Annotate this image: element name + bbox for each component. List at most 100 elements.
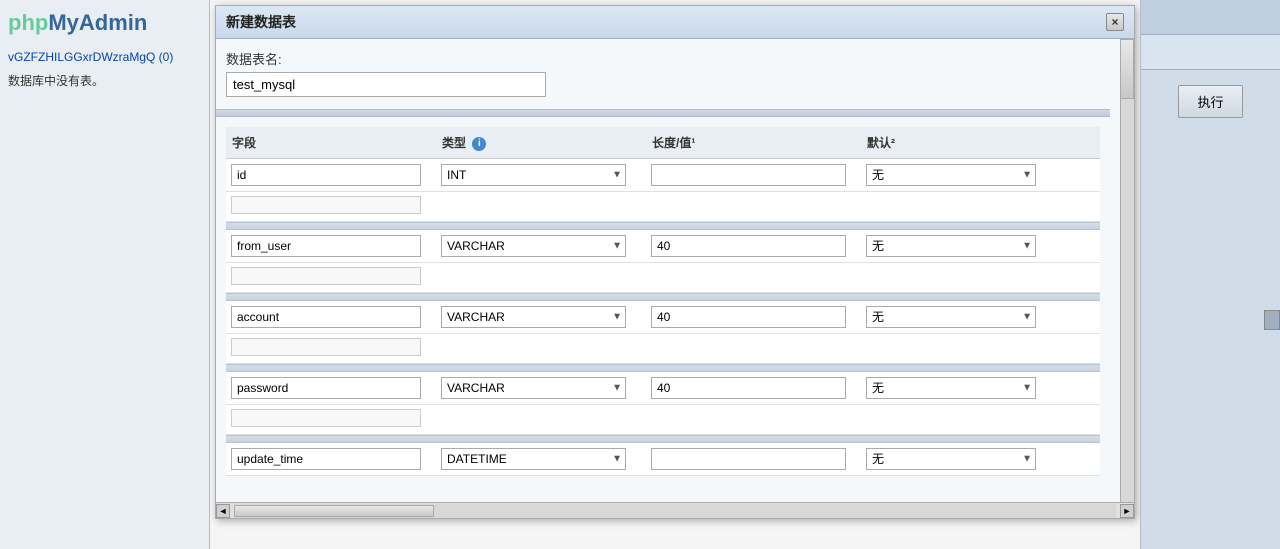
field-account-name-input[interactable] xyxy=(231,306,421,328)
field-from-user-default-select[interactable]: 无 NULL xyxy=(866,235,1036,257)
scroll-right-arrow[interactable]: ► xyxy=(1120,504,1134,518)
field-row-id-extra xyxy=(226,192,1100,222)
sidebar-db-link[interactable]: vGZFZHILGGxrDWzraMgQ (0) xyxy=(0,46,209,68)
field-account-extra-input-cell xyxy=(226,336,436,358)
right-scrollbar xyxy=(1264,310,1280,330)
right-panel: 执行 xyxy=(1140,0,1280,549)
logo: phpMyAdmin xyxy=(0,0,209,46)
table-name-input[interactable] xyxy=(226,72,546,97)
field-update-time-name-input[interactable] xyxy=(231,448,421,470)
field-row-account: VARCHAR INT DATETIME ▼ xyxy=(226,301,1100,364)
field-from-user-type-select[interactable]: VARCHAR INT DATETIME xyxy=(441,235,626,257)
field-id-type-cell: INT VARCHAR DATETIME ▼ xyxy=(436,164,646,186)
field-row-password: VARCHAR INT DATETIME ▼ xyxy=(226,372,1100,435)
field-row-password-main: VARCHAR INT DATETIME ▼ xyxy=(226,372,1100,405)
header-default: 默认² xyxy=(861,131,1041,154)
field-account-type-wrapper: VARCHAR INT DATETIME ▼ xyxy=(441,306,626,328)
field-row-update-time-main: DATETIME INT VARCHAR ▼ xyxy=(226,443,1100,476)
field-from-user-extra-input[interactable] xyxy=(231,267,421,285)
field-from-user-length-input[interactable] xyxy=(651,235,846,257)
field-password-type-cell: VARCHAR INT DATETIME ▼ xyxy=(436,377,646,399)
col-separator xyxy=(216,109,1110,117)
field-id-default-select[interactable]: 无 NULL xyxy=(866,164,1036,186)
field-password-name-input[interactable] xyxy=(231,377,421,399)
field-update-time-type-wrapper: DATETIME INT VARCHAR ▼ xyxy=(441,448,626,470)
modal-header: 新建数据表 × xyxy=(216,6,1134,39)
field-id-extra-input-cell xyxy=(226,194,436,216)
header-type: 类型 i xyxy=(436,131,646,154)
field-account-type-cell: VARCHAR INT DATETIME ▼ xyxy=(436,306,646,328)
field-from-user-name-input[interactable] xyxy=(231,235,421,257)
field-separator-1 xyxy=(226,222,1100,230)
scroll-left-arrow[interactable]: ◄ xyxy=(216,504,230,518)
field-row-id-main: INT VARCHAR DATETIME ▼ xyxy=(226,159,1100,192)
field-password-default-wrapper: 无 NULL ▼ xyxy=(866,377,1036,399)
field-account-name-cell xyxy=(226,306,436,328)
field-account-default-select[interactable]: 无 NULL xyxy=(866,306,1036,328)
field-account-default-wrapper: 无 NULL ▼ xyxy=(866,306,1036,328)
field-password-length-input[interactable] xyxy=(651,377,846,399)
field-id-name-cell xyxy=(226,164,436,186)
field-separator-4 xyxy=(226,435,1100,443)
modal-footer: ◄ ► xyxy=(216,502,1134,518)
field-account-length-input[interactable] xyxy=(651,306,846,328)
field-id-type-wrapper: INT VARCHAR DATETIME ▼ xyxy=(441,164,626,186)
field-update-time-type-select[interactable]: DATETIME INT VARCHAR xyxy=(441,448,626,470)
field-row-update-time: DATETIME INT VARCHAR ▼ xyxy=(226,443,1100,476)
field-id-name-input[interactable] xyxy=(231,164,421,186)
fields-table: 字段 类型 i 长度/值¹ 默认² xyxy=(226,127,1100,476)
field-update-time-default-select[interactable]: 无 NULL xyxy=(866,448,1036,470)
field-password-type-select[interactable]: VARCHAR INT DATETIME xyxy=(441,377,626,399)
field-separator-2 xyxy=(226,293,1100,301)
horizontal-scrollbar-thumb[interactable] xyxy=(234,505,434,517)
table-name-section: 数据表名: xyxy=(226,49,1100,109)
field-from-user-type-cell: VARCHAR INT DATETIME ▼ xyxy=(436,235,646,257)
type-info-icon: i xyxy=(472,137,486,151)
right-mid-bar xyxy=(1141,35,1280,70)
modal-dialog: 新建数据表 × 数据表名: 字段 xyxy=(215,5,1135,519)
field-update-time-length-input[interactable] xyxy=(651,448,846,470)
field-row-from-user-extra xyxy=(226,263,1100,293)
logo-php: php xyxy=(8,10,48,35)
field-update-time-default-cell: 无 NULL ▼ xyxy=(861,448,1041,470)
header-field: 字段 xyxy=(226,131,436,154)
field-password-extra-input-cell xyxy=(226,407,436,429)
modal-title: 新建数据表 xyxy=(226,12,296,32)
field-id-type-select[interactable]: INT VARCHAR DATETIME xyxy=(441,164,626,186)
right-top-bar xyxy=(1141,0,1280,35)
field-update-time-type-cell: DATETIME INT VARCHAR ▼ xyxy=(436,448,646,470)
field-id-length-input[interactable] xyxy=(651,164,846,186)
field-row-account-main: VARCHAR INT DATETIME ▼ xyxy=(226,301,1100,334)
execute-btn-area: 执行 xyxy=(1141,70,1280,133)
field-from-user-default-cell: 无 NULL ▼ xyxy=(861,235,1041,257)
field-from-user-default-wrapper: 无 NULL ▼ xyxy=(866,235,1036,257)
field-account-extra-input[interactable] xyxy=(231,338,421,356)
field-id-extra-input[interactable] xyxy=(231,196,421,214)
modal-close-button[interactable]: × xyxy=(1106,13,1124,31)
field-row-from-user-main: VARCHAR INT DATETIME ▼ xyxy=(226,230,1100,263)
field-update-time-length-cell xyxy=(646,448,861,470)
field-password-default-cell: 无 NULL ▼ xyxy=(861,377,1041,399)
field-update-time-name-cell xyxy=(226,448,436,470)
field-row-password-extra xyxy=(226,405,1100,435)
modal-scrollbar-thumb[interactable] xyxy=(1120,39,1134,99)
field-account-type-select[interactable]: VARCHAR INT DATETIME xyxy=(441,306,626,328)
field-account-length-cell xyxy=(646,306,861,328)
field-account-default-cell: 无 NULL ▼ xyxy=(861,306,1041,328)
field-password-extra-input[interactable] xyxy=(231,409,421,427)
field-id-length-cell xyxy=(646,164,861,186)
table-name-label: 数据表名: xyxy=(226,49,1100,68)
field-from-user-length-cell xyxy=(646,235,861,257)
sidebar: phpMyAdmin vGZFZHILGGxrDWzraMgQ (0) 数据库中… xyxy=(0,0,210,549)
field-from-user-type-wrapper: VARCHAR INT DATETIME ▼ xyxy=(441,235,626,257)
modal-inner: 数据表名: 字段 类型 i 长度/值¹ 默认² xyxy=(216,39,1120,486)
field-password-type-wrapper: VARCHAR INT DATETIME ▼ xyxy=(441,377,626,399)
field-from-user-name-cell xyxy=(226,235,436,257)
field-update-time-default-wrapper: 无 NULL ▼ xyxy=(866,448,1036,470)
execute-button[interactable]: 执行 xyxy=(1178,85,1242,118)
header-length: 长度/值¹ xyxy=(646,131,861,154)
field-id-default-wrapper: 无 NULL ▼ xyxy=(866,164,1036,186)
field-separator-3 xyxy=(226,364,1100,372)
field-password-default-select[interactable]: 无 NULL xyxy=(866,377,1036,399)
field-password-name-cell xyxy=(226,377,436,399)
